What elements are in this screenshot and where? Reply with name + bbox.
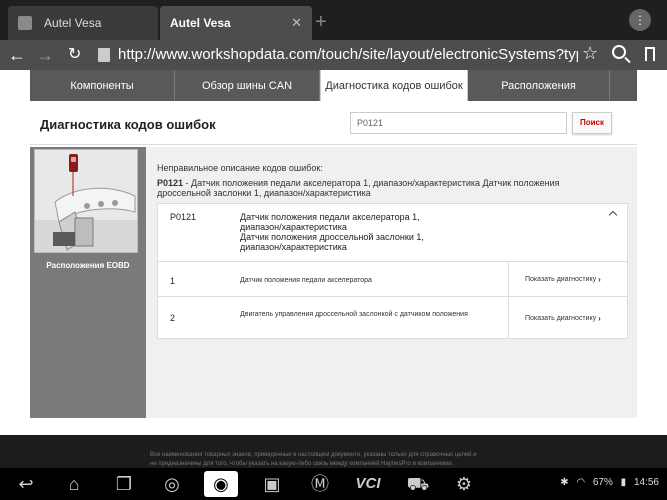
row-description: Датчик положения педали акселератора: [240, 277, 372, 284]
browser-icon[interactable]: ◎: [158, 474, 186, 494]
browser-tab-2-title: Autel Vesa: [170, 16, 231, 30]
description-code: P0121: [157, 178, 184, 188]
chevron-right-icon: ›: [598, 313, 601, 323]
chevron-up-icon[interactable]: [608, 210, 618, 220]
address-bar: ← → ↻ http://www.workshopdata.com/touch/…: [0, 40, 667, 70]
home-icon[interactable]: ⌂: [60, 474, 88, 494]
page-footer: Все наименования товарных знаков, привед…: [0, 435, 667, 468]
system-nav-bar: ↩ ⌂ ❐ ◎ ◉ ▣ Ⓜ VCI ⛟ ⚙ ✱ ◠ 67% ▮ 14:56: [0, 468, 667, 500]
forward-arrow-icon[interactable]: →: [36, 44, 54, 66]
left-panel: Расположения EOBD: [30, 147, 146, 418]
fault-code-line: Датчик положения педали акселератора 1,: [240, 212, 420, 222]
show-diagnostics-label: Показать диагностику: [525, 275, 597, 283]
search-input[interactable]: P0121: [350, 112, 567, 134]
show-diagnostics-label: Показать диагностику: [525, 314, 597, 322]
show-diagnostics-button[interactable]: Показать диагностику ›: [508, 297, 627, 339]
tab-components[interactable]: Компоненты: [30, 70, 175, 101]
description-label: Неправильное описание кодов ошибок:: [157, 163, 323, 173]
status-area: ✱ ◠ 67% ▮ 14:56: [555, 477, 659, 488]
show-diagnostics-button[interactable]: Показать диагностику ›: [508, 262, 627, 296]
eobd-location-label[interactable]: Расположения EOBD: [30, 261, 146, 270]
motor-icon[interactable]: Ⓜ: [306, 474, 334, 494]
battery-level: 67%: [592, 477, 613, 488]
car-icon[interactable]: ⛟: [404, 474, 432, 494]
fault-code-header[interactable]: P0121 Датчик положения педали акселерато…: [158, 204, 627, 261]
footer-disclaimer: Все наименования товарных знаков, привед…: [150, 451, 530, 469]
content-panel: Неправильное описание кодов ошибок: P012…: [146, 147, 637, 418]
back-icon[interactable]: ↩: [12, 474, 40, 494]
fault-code-description: Датчик положения педали акселератора 1, …: [240, 212, 480, 252]
row-number: 2: [170, 313, 176, 323]
browser-tab-strip: Autel Vesa Autel Vesa ✕ + ⋮: [0, 0, 667, 40]
footer-line: Все наименования товарных знаков, привед…: [150, 452, 477, 458]
table-row: 1 Датчик положения педали акселератора П…: [158, 261, 627, 296]
fault-code-panel: P0121 Датчик положения педали акселерато…: [157, 203, 628, 339]
bluetooth-icon: ✱: [560, 477, 569, 488]
eobd-location-image[interactable]: [34, 149, 138, 253]
wifi-icon: ◠: [576, 477, 586, 488]
title-bar: Диагностика кодов ошибок P0121 Поиск: [30, 101, 637, 145]
browser-tab-2[interactable]: Autel Vesa ✕: [160, 6, 312, 40]
fault-code-id: P0121: [170, 212, 197, 222]
close-tab-icon[interactable]: ✕: [291, 15, 302, 31]
search-button[interactable]: Поиск: [572, 112, 612, 134]
search-icon[interactable]: [612, 45, 626, 59]
fault-code-line: диапазон/характеристика: [240, 242, 347, 252]
description-text: P0121 - Датчик положения педали акселера…: [157, 178, 607, 198]
new-tab-icon[interactable]: +: [315, 12, 327, 32]
recent-apps-icon[interactable]: ❐: [110, 474, 138, 494]
vci-icon[interactable]: VCI: [350, 474, 386, 494]
battery-icon: ▮: [620, 477, 627, 488]
fault-code-line: диапазон/характеристика: [240, 222, 347, 232]
tab-can-bus-overview[interactable]: Обзор шины CAN: [175, 70, 320, 101]
favicon-icon: [18, 16, 32, 30]
fault-code-line: Датчик положения дроссельной заслонки 1,: [240, 232, 424, 242]
web-page: Компоненты Обзор шины CAN Диагностика ко…: [0, 70, 667, 435]
url-field[interactable]: http://www.workshopdata.com/touch/site/l…: [118, 46, 578, 63]
back-arrow-icon[interactable]: ←: [8, 44, 26, 66]
table-row: 2 Двигатель управления дроссельной засло…: [158, 296, 627, 339]
camera-icon[interactable]: ◉: [204, 471, 238, 497]
tab-extra[interactable]: [610, 70, 637, 101]
bookmark-icon[interactable]: [645, 47, 655, 61]
browser-tab-1-title: Autel Vesa: [44, 16, 102, 30]
chevron-right-icon: ›: [598, 274, 601, 284]
screen-record-icon[interactable]: ▣: [258, 474, 286, 494]
browser-menu-icon[interactable]: ⋮: [629, 9, 651, 31]
reload-icon[interactable]: ↻: [68, 44, 81, 66]
technician-icon[interactable]: ⚙: [450, 474, 478, 494]
tab-fault-code-diagnostics[interactable]: Диагностика кодов ошибок: [320, 70, 468, 101]
page-icon: [98, 48, 110, 62]
tab-locations[interactable]: Расположения: [468, 70, 610, 101]
description-body: - Датчик положения педали акселератора 1…: [157, 178, 560, 198]
clock: 14:56: [633, 477, 659, 488]
car-interior-illustration: [35, 150, 137, 252]
row-number: 1: [170, 276, 176, 286]
browser-tab-1[interactable]: Autel Vesa: [8, 6, 158, 40]
main-nav-tabs: Компоненты Обзор шины CAN Диагностика ко…: [30, 70, 637, 101]
row-description: Двигатель управления дроссельной заслонк…: [240, 311, 468, 318]
page-title: Диагностика кодов ошибок: [40, 117, 216, 132]
star-icon[interactable]: ☆: [582, 43, 598, 64]
